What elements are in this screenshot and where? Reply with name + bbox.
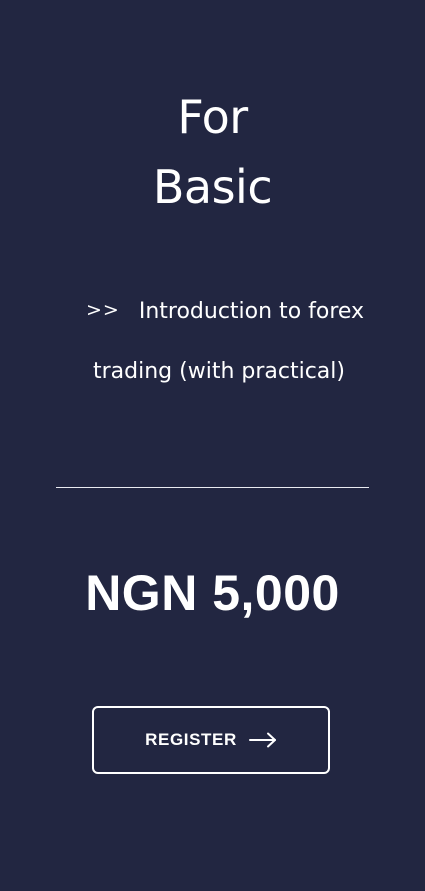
register-button-label: REGISTER: [145, 730, 237, 749]
chevron-double-right-icon: >>: [86, 299, 120, 321]
feature-text-1: Introduction to forex: [138, 299, 365, 324]
price: NGN 5,000: [85, 565, 340, 621]
plan-title-line-2: Basic: [152, 160, 273, 214]
feature-line-1: >> Introduction to forex: [86, 280, 386, 342]
plan-title-line-1: For: [177, 90, 248, 144]
feature-item: >> Introduction to forex trading (with pr…: [86, 280, 386, 402]
arrow-right-icon: [248, 732, 276, 748]
divider: [56, 487, 369, 488]
plan-title: For Basic: [0, 82, 425, 222]
pricing-card: For Basic >> Introduction to forex tradin…: [0, 0, 425, 891]
register-button[interactable]: REGISTER: [92, 706, 330, 774]
feature-line-2: trading (with practical): [93, 359, 345, 384]
